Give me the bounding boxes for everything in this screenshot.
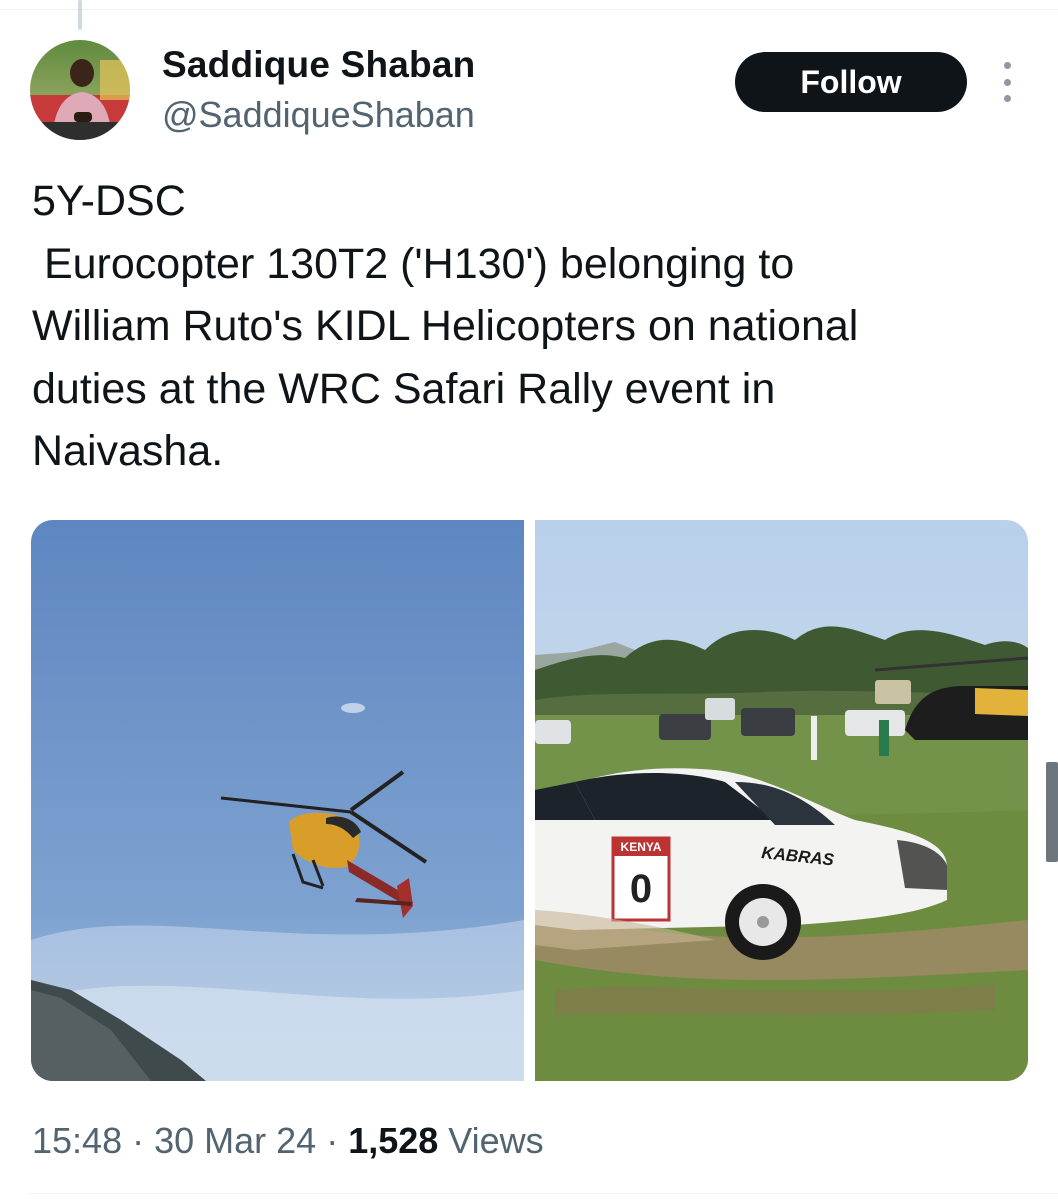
bottom-divider xyxy=(28,1193,1058,1194)
more-options-icon[interactable] xyxy=(994,62,1020,102)
author-handle[interactable]: @SaddiqueShaban xyxy=(162,94,475,136)
tweet-meta: 15:48 · 30 Mar 24 · 1,528 Views xyxy=(32,1120,544,1162)
tweet-text: 5Y-DSC Eurocopter 130T2 ('H130') belongi… xyxy=(32,177,859,475)
tweet-date[interactable]: 30 Mar 24 xyxy=(154,1120,316,1161)
thread-connector-line xyxy=(78,0,82,30)
media-photo-helicopter[interactable] xyxy=(31,520,524,1081)
views-label: Views xyxy=(438,1120,544,1161)
author-display-name[interactable]: Saddique Shaban xyxy=(162,44,475,86)
car-plate-label: KENYA xyxy=(621,840,662,854)
media-photo-rally-car[interactable]: KENYA 0 KABRAS xyxy=(535,520,1028,1081)
top-divider xyxy=(0,9,1058,10)
meta-separator: · xyxy=(122,1120,155,1161)
car-number-label: 0 xyxy=(630,867,652,911)
views-count: 1,528 xyxy=(348,1120,439,1161)
media-grid: KENYA 0 KABRAS xyxy=(31,520,1028,1081)
scrollbar-thumb[interactable] xyxy=(1046,762,1058,862)
tweet-time[interactable]: 15:48 xyxy=(32,1120,122,1161)
follow-button[interactable]: Follow xyxy=(735,52,967,112)
meta-separator: · xyxy=(316,1120,349,1161)
avatar[interactable] xyxy=(30,40,130,140)
